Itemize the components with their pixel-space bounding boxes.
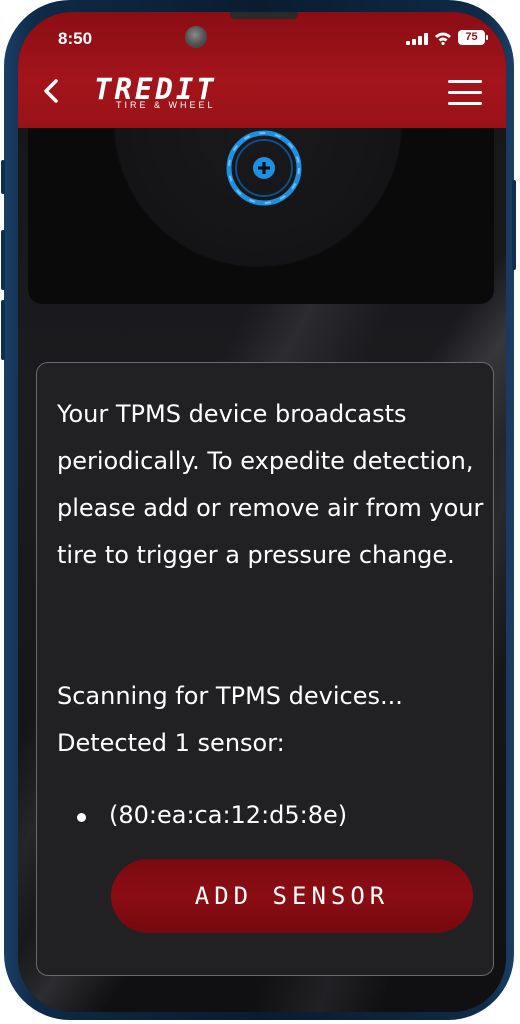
wifi-icon [435,32,451,45]
add-circle-icon[interactable] [224,128,304,208]
front-camera [185,26,207,48]
signal-icon [406,33,428,45]
volume-down-button [1,300,5,360]
scan-status-text: Scanning for TPMS devices... Detected 1 … [57,682,403,757]
hamburger-menu-icon[interactable] [448,78,484,106]
instruction-text: Your TPMS device broadcasts periodically… [57,400,484,569]
bullet-icon [77,813,86,822]
mute-switch [1,160,5,194]
logo-sub-text: TIRE & WHEEL [116,100,216,110]
back-chevron-icon[interactable] [40,76,64,106]
tredit-logo: TREDIT TIRE & WHEEL [94,72,264,114]
battery-icon: 75 [458,30,485,45]
volume-up-button [1,230,5,290]
scan-card: Your TPMS device broadcasts periodically… [36,362,494,976]
screen: 8:50 75 TREDIT TIRE & WHEEL Your TPMS de… [18,12,506,1012]
sensor-id: (80:ea:ca:12:d5:8e) [109,801,348,829]
phone-frame: 8:50 75 TREDIT TIRE & WHEEL Your TPMS de… [1,0,516,1020]
status-time: 8:50 [58,29,93,48]
app-header: 8:50 75 TREDIT TIRE & WHEEL [18,12,506,128]
power-button [512,180,516,270]
battery-tip [486,35,488,40]
add-sensor-button[interactable]: ADD SENSOR [111,859,473,933]
speaker-grille [230,12,298,19]
